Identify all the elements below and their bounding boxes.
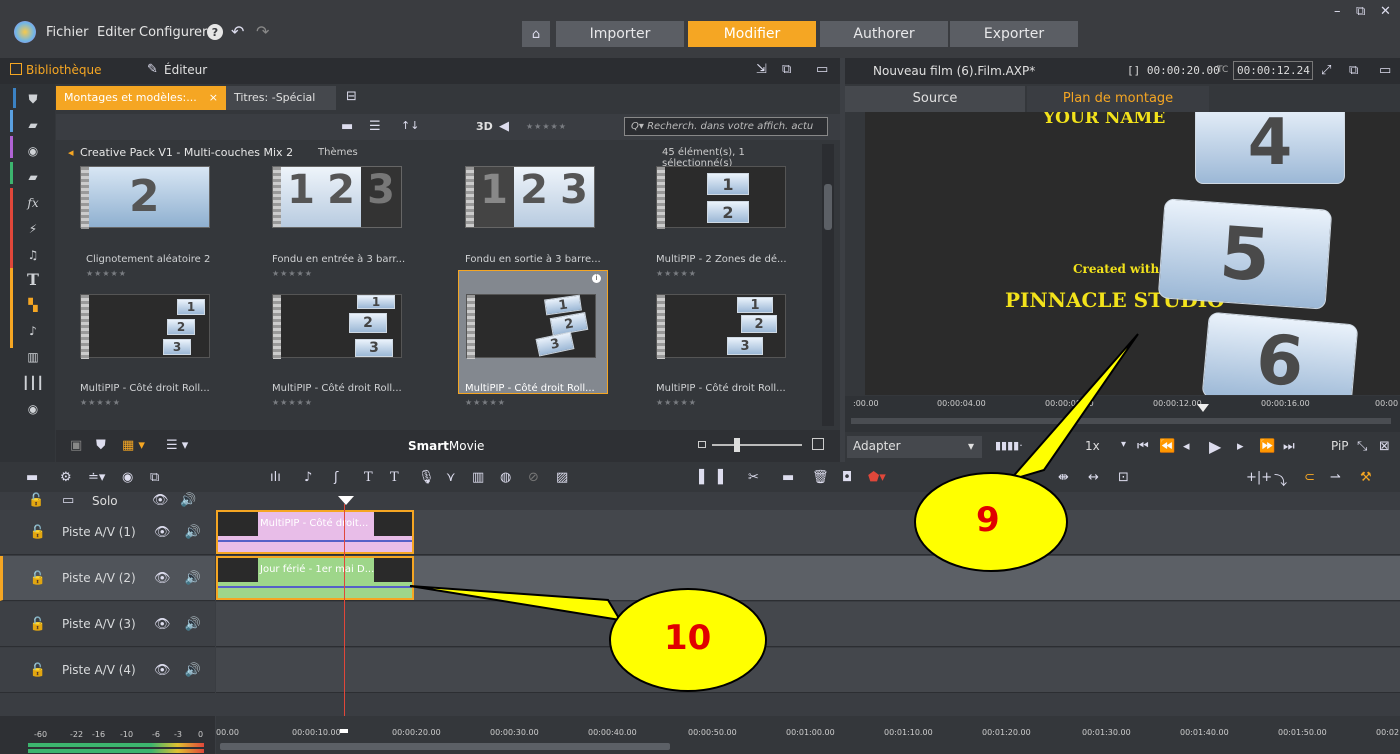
callout-9-label: 9 bbox=[976, 500, 1000, 540]
callout-10-label: 10 bbox=[664, 618, 712, 658]
callout-10-pointer bbox=[409, 585, 622, 622]
callout-9-pointer bbox=[1006, 333, 1139, 482]
